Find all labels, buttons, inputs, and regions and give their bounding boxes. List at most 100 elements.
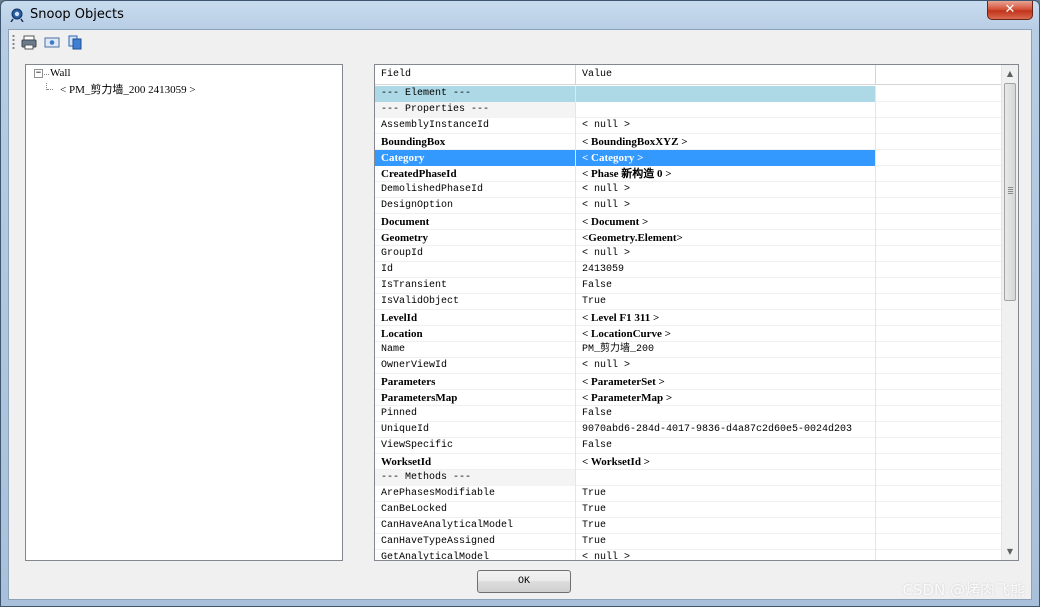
- value-cell[interactable]: < Level F1 311 >: [576, 310, 876, 326]
- table-row[interactable]: CanBeLocked True: [375, 502, 1003, 518]
- field-cell[interactable]: DesignOption: [375, 198, 576, 214]
- value-cell[interactable]: < null >: [576, 550, 876, 560]
- value-cell[interactable]: < null >: [576, 198, 876, 214]
- field-cell[interactable]: Id: [375, 262, 576, 278]
- field-cell[interactable]: Location: [375, 326, 576, 342]
- table-row[interactable]: OwnerViewId < null >: [375, 358, 1003, 374]
- table-row[interactable]: --- Element ---: [375, 86, 1003, 102]
- tree-node-wall-label[interactable]: Wall: [50, 67, 71, 79]
- table-row[interactable]: IsValidObject True: [375, 294, 1003, 310]
- table-row[interactable]: Geometry <Geometry.Element>: [375, 230, 1003, 246]
- table-row[interactable]: Category < Category >: [375, 150, 1003, 166]
- value-cell[interactable]: < null >: [576, 246, 876, 262]
- value-cell[interactable]: < ParameterMap >: [576, 390, 876, 406]
- value-cell[interactable]: <Geometry.Element>: [576, 230, 876, 246]
- value-cell[interactable]: < LocationCurve >: [576, 326, 876, 342]
- table-row[interactable]: Location < LocationCurve >: [375, 326, 1003, 342]
- table-row[interactable]: DemolishedPhaseId < null >: [375, 182, 1003, 198]
- field-cell[interactable]: Pinned: [375, 406, 576, 422]
- scroll-down-icon[interactable]: ▼: [1002, 543, 1018, 560]
- value-cell[interactable]: < Document >: [576, 214, 876, 230]
- value-cell[interactable]: 9070abd6-284d-4017-9836-d4a87c2d60e5-002…: [576, 422, 876, 438]
- value-cell[interactable]: < ParameterSet >: [576, 374, 876, 390]
- print-preview-icon[interactable]: [43, 34, 61, 51]
- close-button[interactable]: ✕: [987, 1, 1033, 20]
- field-cell[interactable]: Geometry: [375, 230, 576, 246]
- field-cell[interactable]: ViewSpecific: [375, 438, 576, 454]
- value-cell[interactable]: True: [576, 502, 876, 518]
- field-cell[interactable]: AssemblyInstanceId: [375, 118, 576, 134]
- tree-node-element[interactable]: < PM_剪力墙_200 2413059 >: [60, 81, 196, 97]
- field-cell[interactable]: DemolishedPhaseId: [375, 182, 576, 198]
- title-bar[interactable]: Snoop Objects ✕: [1, 1, 1039, 29]
- value-cell[interactable]: False: [576, 438, 876, 454]
- table-row[interactable]: ViewSpecific False: [375, 438, 1003, 454]
- value-cell[interactable]: [576, 102, 876, 118]
- field-cell[interactable]: Name: [375, 342, 576, 358]
- field-cell[interactable]: ParametersMap: [375, 390, 576, 406]
- value-cell[interactable]: < WorksetId >: [576, 454, 876, 470]
- value-cell[interactable]: True: [576, 534, 876, 550]
- scroll-up-icon[interactable]: ▲: [1002, 65, 1018, 82]
- table-row[interactable]: ParametersMap < ParameterMap >: [375, 390, 1003, 406]
- column-header-value[interactable]: Value: [576, 65, 876, 85]
- field-cell[interactable]: CanHaveAnalyticalModel: [375, 518, 576, 534]
- field-cell[interactable]: OwnerViewId: [375, 358, 576, 374]
- field-cell[interactable]: --- Properties ---: [375, 102, 576, 118]
- table-row[interactable]: BoundingBox < BoundingBoxXYZ >: [375, 134, 1003, 150]
- table-row[interactable]: CanHaveAnalyticalModel True: [375, 518, 1003, 534]
- value-cell[interactable]: < Category >: [576, 150, 876, 166]
- properties-grid[interactable]: Field Value --- Element --- --- Properti…: [374, 64, 1019, 561]
- value-cell[interactable]: PM_剪力墙_200: [576, 342, 876, 358]
- value-cell[interactable]: True: [576, 486, 876, 502]
- object-tree[interactable]: − Wall < PM_剪力墙_200 2413059 >: [25, 64, 343, 561]
- value-cell[interactable]: [576, 470, 876, 486]
- copy-icon[interactable]: [66, 34, 84, 51]
- table-row[interactable]: GroupId < null >: [375, 246, 1003, 262]
- field-cell[interactable]: CreatedPhaseId: [375, 166, 576, 182]
- value-cell[interactable]: < BoundingBoxXYZ >: [576, 134, 876, 150]
- table-row[interactable]: LevelId < Level F1 311 >: [375, 310, 1003, 326]
- field-cell[interactable]: WorksetId: [375, 454, 576, 470]
- field-cell[interactable]: UniqueId: [375, 422, 576, 438]
- toolbar-grip[interactable]: [12, 34, 15, 50]
- vertical-scrollbar[interactable]: ▲ ▼: [1001, 65, 1018, 560]
- table-row[interactable]: GetAnalyticalModel < null >: [375, 550, 1003, 560]
- table-row[interactable]: CanHaveTypeAssigned True: [375, 534, 1003, 550]
- field-cell[interactable]: GetAnalyticalModel: [375, 550, 576, 560]
- value-cell[interactable]: False: [576, 278, 876, 294]
- field-cell[interactable]: CanBeLocked: [375, 502, 576, 518]
- table-row[interactable]: UniqueId 9070abd6-284d-4017-9836-d4a87c2d…: [375, 422, 1003, 438]
- value-cell[interactable]: True: [576, 294, 876, 310]
- table-row[interactable]: Name PM_剪力墙_200: [375, 342, 1003, 358]
- value-cell[interactable]: [576, 86, 876, 102]
- field-cell[interactable]: --- Element ---: [375, 86, 576, 102]
- value-cell[interactable]: False: [576, 406, 876, 422]
- value-cell[interactable]: < Phase 新构造 0 >: [576, 166, 876, 182]
- table-row[interactable]: Id 2413059: [375, 262, 1003, 278]
- field-cell[interactable]: Category: [375, 150, 576, 166]
- field-cell[interactable]: Document: [375, 214, 576, 230]
- value-cell[interactable]: < null >: [576, 118, 876, 134]
- value-cell[interactable]: < null >: [576, 182, 876, 198]
- ok-button[interactable]: OK: [477, 570, 571, 593]
- table-row[interactable]: AssemblyInstanceId < null >: [375, 118, 1003, 134]
- field-cell[interactable]: BoundingBox: [375, 134, 576, 150]
- value-cell[interactable]: < null >: [576, 358, 876, 374]
- table-row[interactable]: --- Properties ---: [375, 102, 1003, 118]
- value-cell[interactable]: 2413059: [576, 262, 876, 278]
- print-icon[interactable]: [20, 34, 38, 51]
- field-cell[interactable]: ArePhasesModifiable: [375, 486, 576, 502]
- field-cell[interactable]: IsTransient: [375, 278, 576, 294]
- field-cell[interactable]: --- Methods ---: [375, 470, 576, 486]
- table-row[interactable]: --- Methods ---: [375, 470, 1003, 486]
- table-row[interactable]: CreatedPhaseId < Phase 新构造 0 >: [375, 166, 1003, 182]
- field-cell[interactable]: CanHaveTypeAssigned: [375, 534, 576, 550]
- column-header-field[interactable]: Field: [375, 65, 576, 85]
- table-row[interactable]: Pinned False: [375, 406, 1003, 422]
- tree-collapse-icon[interactable]: −: [34, 69, 43, 78]
- table-row[interactable]: WorksetId < WorksetId >: [375, 454, 1003, 470]
- field-cell[interactable]: LevelId: [375, 310, 576, 326]
- table-row[interactable]: Parameters < ParameterSet >: [375, 374, 1003, 390]
- table-row[interactable]: DesignOption < null >: [375, 198, 1003, 214]
